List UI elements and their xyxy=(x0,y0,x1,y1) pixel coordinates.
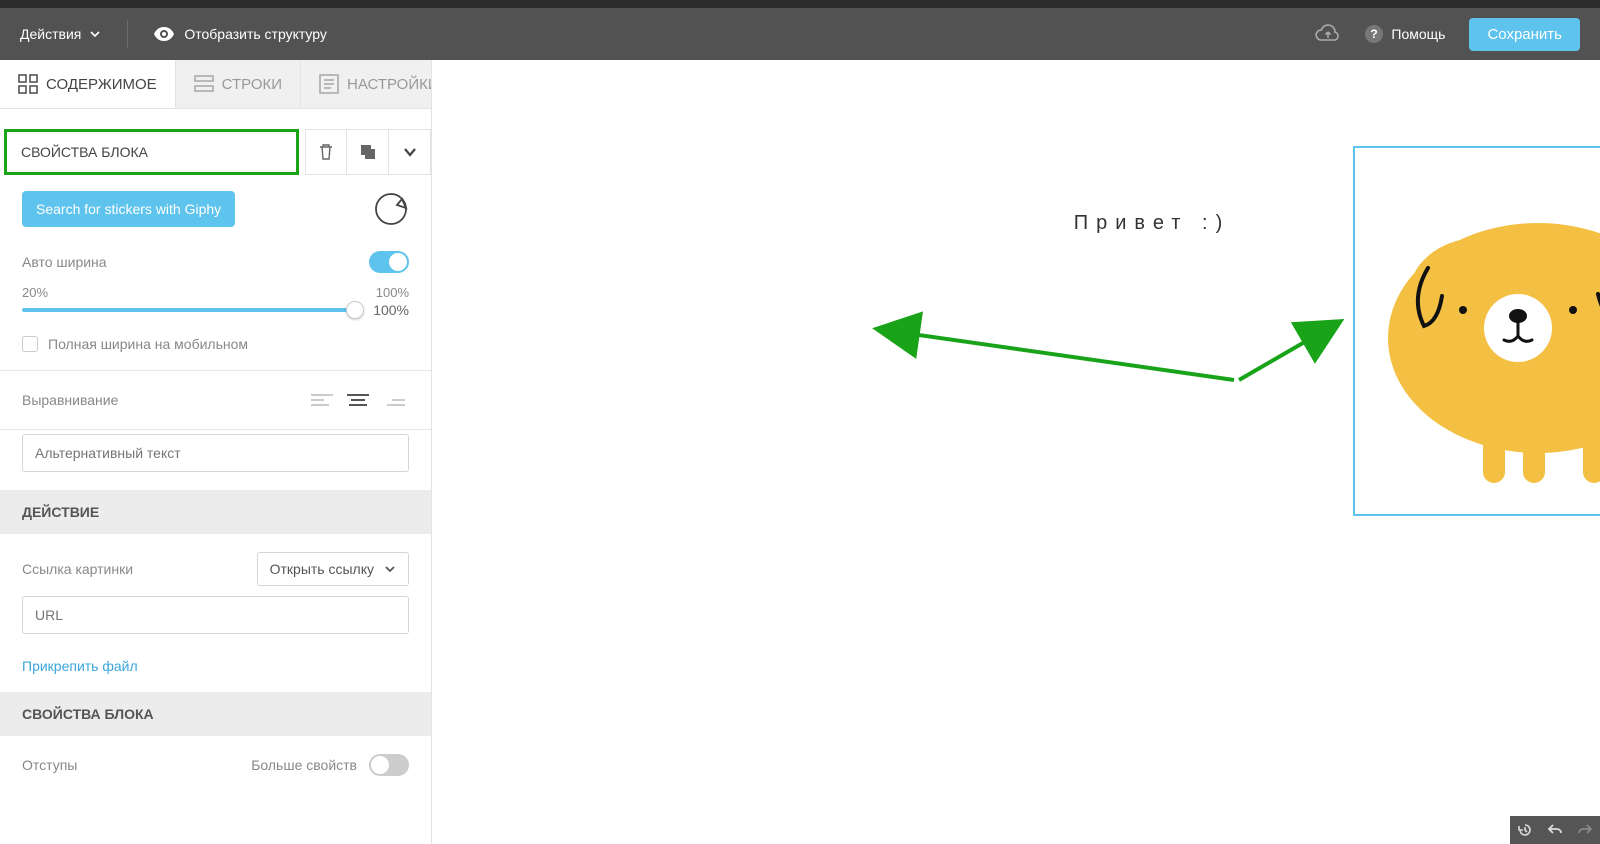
header-right: ? Помощь Сохранить xyxy=(1315,18,1580,51)
alignment-row: Выравнивание xyxy=(0,371,431,429)
content-icon xyxy=(18,74,38,94)
chevron-down-icon xyxy=(384,563,396,575)
annotation-arrow xyxy=(864,305,1354,395)
link-action-select[interactable]: Открыть ссылку xyxy=(257,552,409,586)
rows-icon xyxy=(194,74,214,94)
width-slider-row: 20% 100% 100% xyxy=(0,281,431,330)
padding-row: Отступы Больше свойств xyxy=(0,736,431,794)
redo-button[interactable] xyxy=(1570,816,1600,844)
help-icon: ? xyxy=(1365,25,1383,43)
actions-dropdown[interactable]: Действия xyxy=(20,26,101,42)
slider-labels: 20% 100% xyxy=(22,285,409,300)
alignment-label: Выравнивание xyxy=(22,392,118,408)
help-label: Помощь xyxy=(1391,26,1445,42)
tab-content-label: СОДЕРЖИМОЕ xyxy=(46,76,157,93)
tab-settings-label: НАСТРОЙКИ xyxy=(347,76,432,93)
show-structure-label: Отобразить структуру xyxy=(184,26,327,42)
cloud-upload-icon[interactable] xyxy=(1315,24,1341,44)
window-topbar xyxy=(0,0,1600,8)
align-right-button[interactable] xyxy=(379,389,409,411)
full-width-mobile-row[interactable]: Полная ширина на мобильном xyxy=(0,330,431,370)
sidebar-tabs: СОДЕРЖИМОЕ СТРОКИ НАСТРОЙКИ xyxy=(0,60,431,109)
auto-width-label: Авто ширина xyxy=(22,254,107,270)
padding-label: Отступы xyxy=(22,757,77,773)
giphy-row: Search for stickers with Giphy xyxy=(0,175,431,243)
width-slider[interactable] xyxy=(22,308,359,312)
tab-settings[interactable]: НАСТРОЙКИ xyxy=(301,60,432,108)
image-link-row: Ссылка картинки Открыть ссылку xyxy=(0,534,431,596)
alignment-options xyxy=(307,389,409,411)
giphy-search-button[interactable]: Search for stickers with Giphy xyxy=(22,191,235,227)
slider-max: 100% xyxy=(376,285,409,300)
collapse-block-button[interactable] xyxy=(389,129,431,175)
tab-rows-label: СТРОКИ xyxy=(222,76,282,93)
delete-block-button[interactable] xyxy=(305,129,347,175)
slider-min: 20% xyxy=(22,285,48,300)
action-section-header: ДЕЙСТВИЕ xyxy=(0,490,431,534)
footer-tools xyxy=(1510,816,1600,844)
settings-icon xyxy=(319,74,339,94)
slider-thumb[interactable] xyxy=(346,301,364,319)
save-button[interactable]: Сохранить xyxy=(1469,18,1580,51)
block-properties-title: СВОЙСТВА БЛОКА xyxy=(4,129,299,175)
slider-value: 100% xyxy=(373,302,409,318)
auto-width-row: Авто ширина xyxy=(0,243,431,281)
more-props-group: Больше свойств xyxy=(251,754,409,776)
history-button[interactable] xyxy=(1510,816,1540,844)
more-props-label: Больше свойств xyxy=(251,757,357,773)
sidebar: СОДЕРЖИМОЕ СТРОКИ НАСТРОЙКИ СВОЙСТВА БЛО… xyxy=(0,60,432,844)
slider-track-wrap: 100% xyxy=(22,302,409,318)
help-button[interactable]: ? Помощь xyxy=(1365,25,1445,43)
eye-icon xyxy=(154,27,174,41)
main: СОДЕРЖИМОЕ СТРОКИ НАСТРОЙКИ СВОЙСТВА БЛО… xyxy=(0,60,1600,844)
header-left: Действия Отобразить структуру xyxy=(20,20,327,48)
attach-file-link[interactable]: Прикрепить файл xyxy=(0,652,431,692)
show-structure-toggle[interactable]: Отобразить структуру xyxy=(154,26,327,42)
selected-block-frame[interactable]: gh xyxy=(1353,146,1600,516)
tab-content[interactable]: СОДЕРЖИМОЕ xyxy=(0,60,176,108)
actions-label: Действия xyxy=(20,26,81,42)
align-left-button[interactable] xyxy=(307,389,337,411)
sticker-icon xyxy=(373,191,409,227)
sticker-image xyxy=(1355,148,1600,514)
full-width-mobile-checkbox[interactable] xyxy=(22,336,38,352)
chevron-down-icon xyxy=(89,28,101,40)
svg-text:?: ? xyxy=(1371,27,1378,41)
url-input[interactable] xyxy=(22,596,409,634)
tab-rows[interactable]: СТРОКИ xyxy=(176,60,301,108)
canvas[interactable]: Привет :) xyxy=(432,60,1600,844)
app-header: Действия Отобразить структуру ? Помощь С… xyxy=(0,8,1600,60)
align-center-button[interactable] xyxy=(343,389,373,411)
image-link-label: Ссылка картинки xyxy=(22,561,133,577)
duplicate-block-button[interactable] xyxy=(347,129,389,175)
alt-text-input[interactable] xyxy=(22,434,409,472)
block-properties-bar: СВОЙСТВА БЛОКА xyxy=(0,129,431,175)
link-action-value: Открыть ссылку xyxy=(270,561,374,577)
divider xyxy=(127,20,128,48)
greeting-text: Привет :) xyxy=(1074,212,1230,235)
more-props-toggle[interactable] xyxy=(369,754,409,776)
undo-button[interactable] xyxy=(1540,816,1570,844)
auto-width-toggle[interactable] xyxy=(369,251,409,273)
divider xyxy=(0,429,431,430)
block-props-section-header: СВОЙСТВА БЛОКА xyxy=(0,692,431,736)
full-width-mobile-label: Полная ширина на мобильном xyxy=(48,336,248,352)
